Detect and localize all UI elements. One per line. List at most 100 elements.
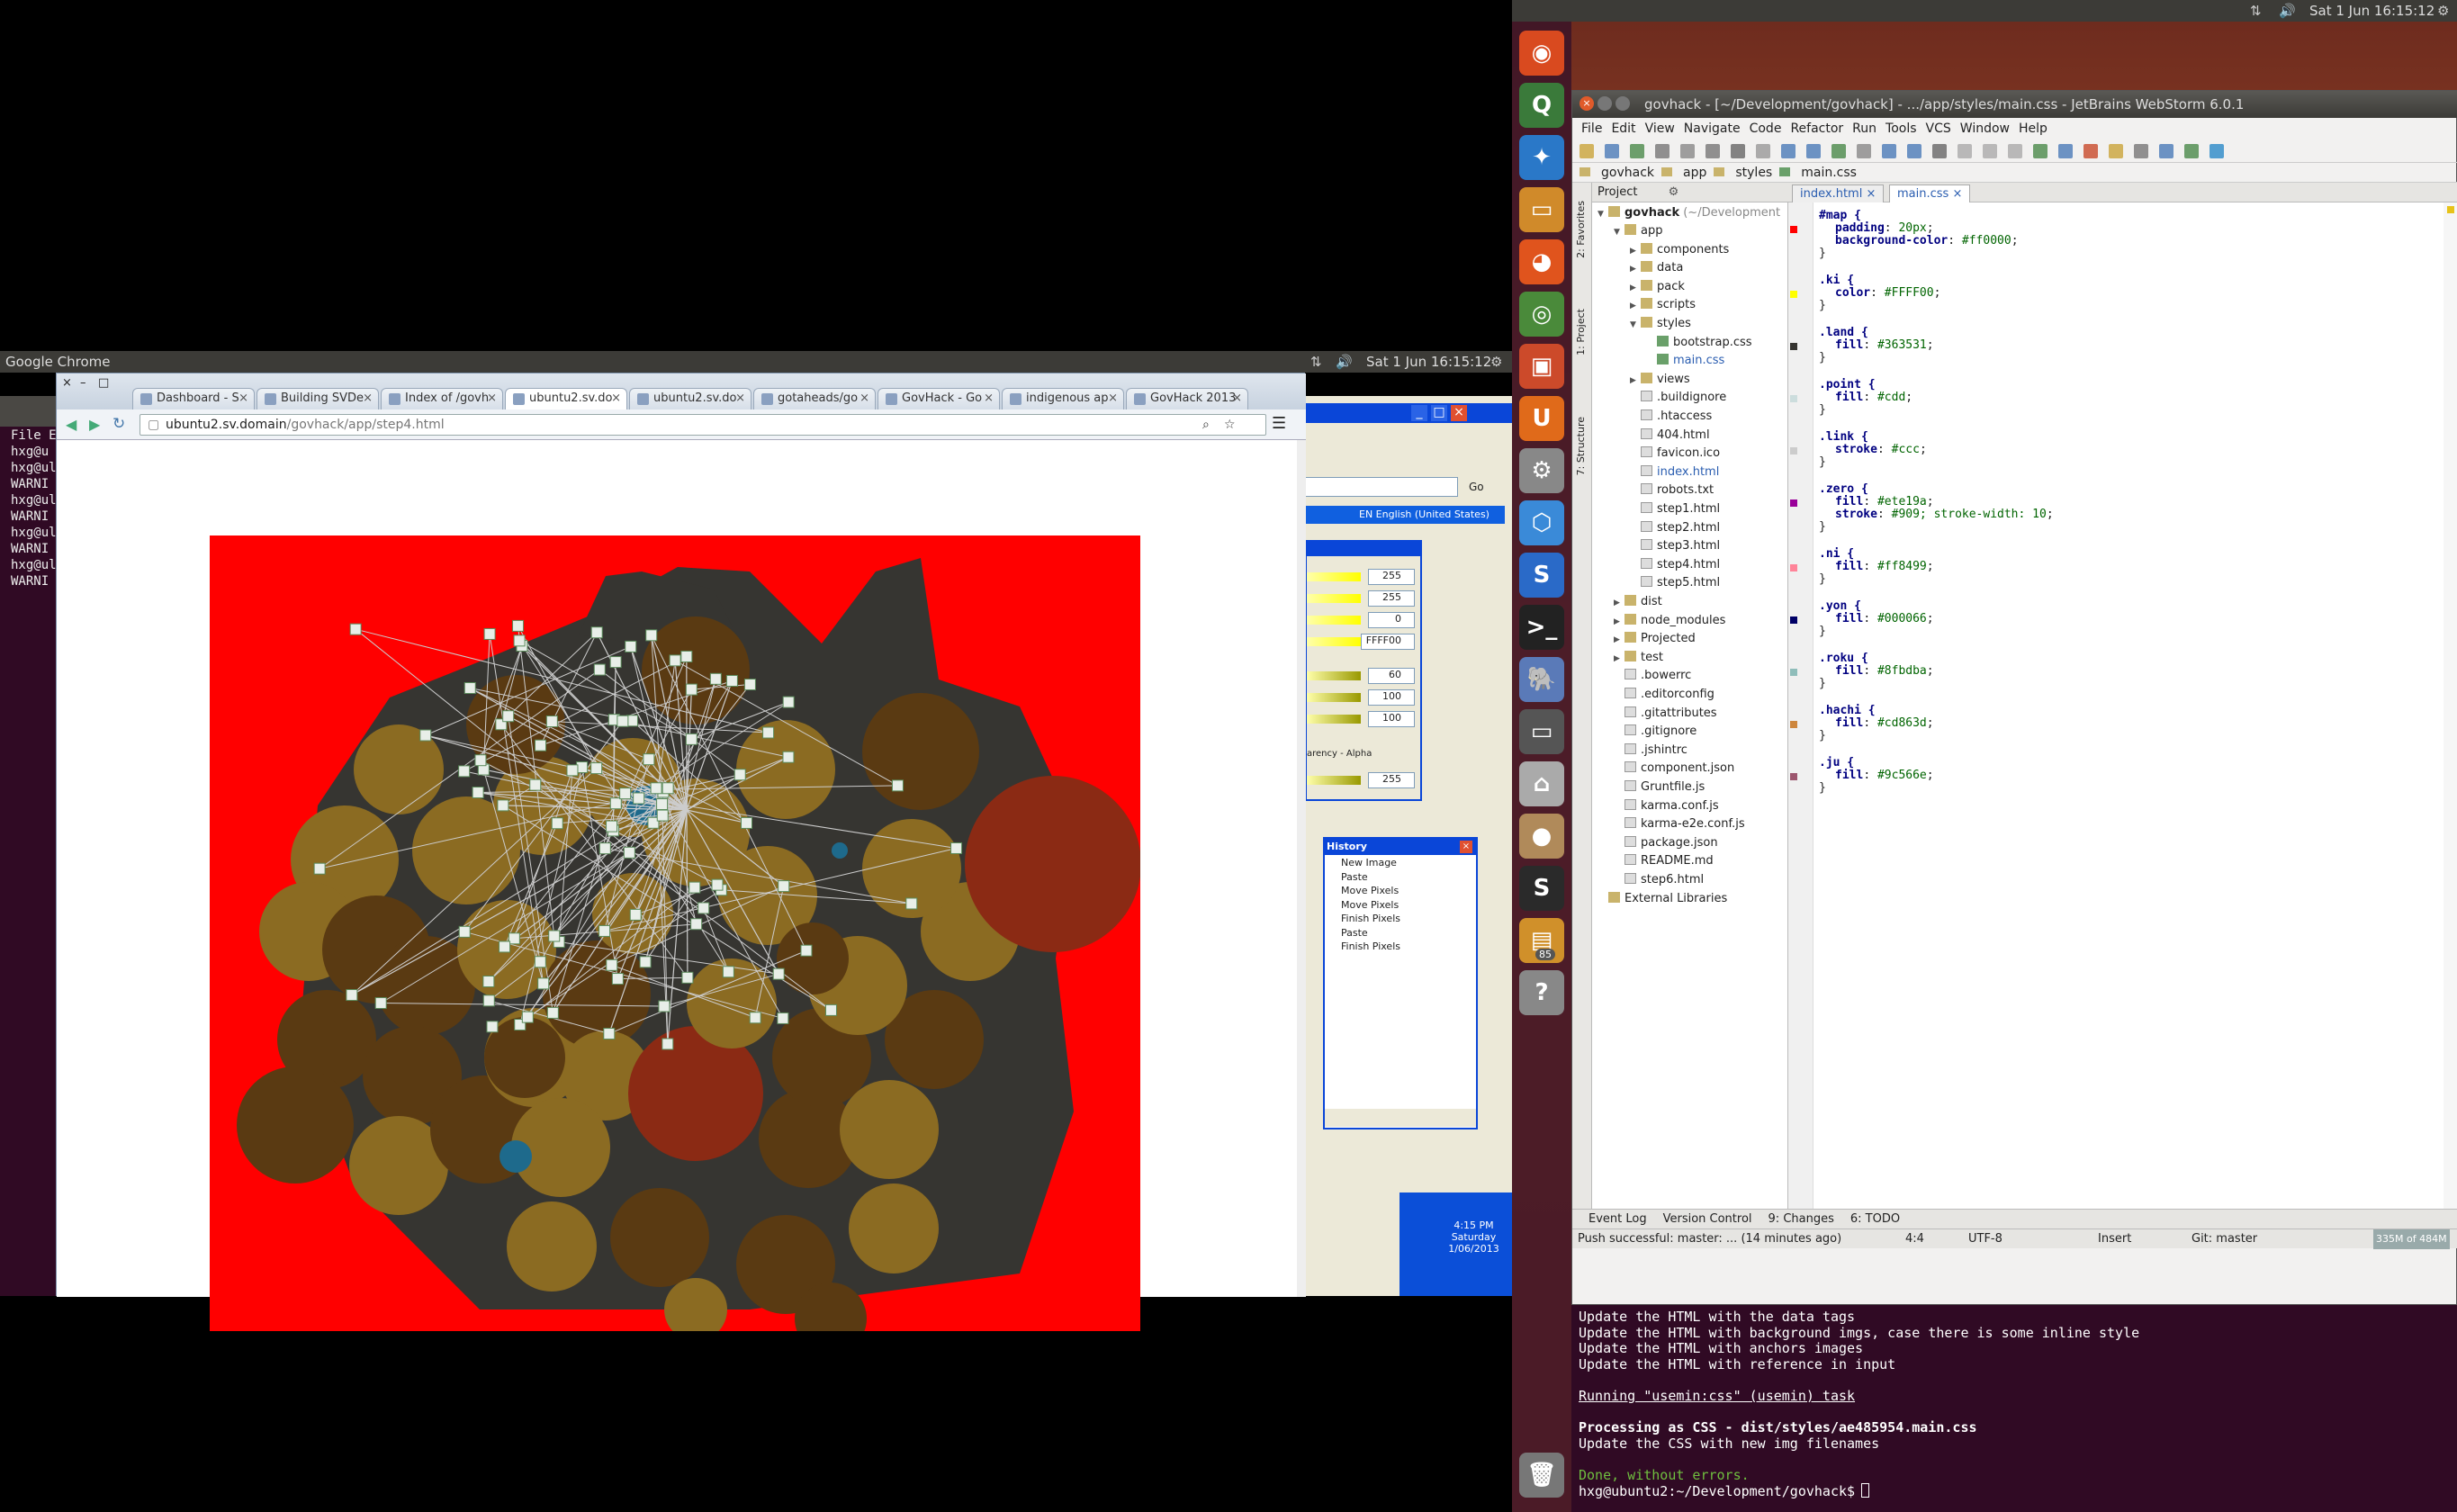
tool-tab[interactable]: 9: Changes	[1768, 1212, 1834, 1226]
browser-tab[interactable]: ubuntu2.sv.do ×	[629, 388, 752, 410]
toolbar-icon[interactable]	[2008, 144, 2022, 158]
chrome-window[interactable]: × – □ Dashboard - S × Building SVDe × Index …	[56, 373, 1306, 1331]
code-editor[interactable]: #map {padding: 20px; background-color: #f…	[1814, 202, 2444, 1209]
tree-file[interactable]: External Libraries	[1598, 890, 1727, 908]
minimize-icon[interactable]: –	[80, 376, 86, 390]
color-swatch[interactable]	[1790, 395, 1797, 402]
ubuntu-one-icon[interactable]: U	[1519, 396, 1564, 441]
expand-arrow-icon[interactable]: ▶	[1614, 650, 1624, 668]
browser-tab[interactable]: indigenous ap ×	[1002, 388, 1124, 410]
color-slider[interactable]	[1307, 594, 1361, 603]
tree-file[interactable]: main.css	[1646, 352, 1724, 370]
menu-refactor[interactable]: Refactor	[1790, 122, 1843, 136]
color-slider[interactable]	[1307, 776, 1361, 785]
tree-file[interactable]: step5.html	[1630, 574, 1720, 592]
code-declaration[interactable]: fill: #cd863d;	[1835, 717, 1934, 730]
tree-folder[interactable]: ▼ app	[1614, 222, 1662, 241]
tree-file[interactable]: step1.html	[1630, 500, 1720, 518]
history-item[interactable]: Move Pixels	[1341, 899, 1399, 911]
color-swatch[interactable]	[1790, 773, 1797, 780]
clock[interactable]: Sat 1 Jun 16:15:12	[2309, 0, 2434, 22]
toolbar-icon[interactable]	[1958, 144, 1972, 158]
code-selector[interactable]: .ni {	[1819, 548, 1854, 561]
expand-arrow-icon[interactable]: ▶	[1614, 594, 1624, 612]
history-item[interactable]: Paste	[1341, 871, 1368, 883]
toolbar-icon[interactable]	[1857, 144, 1871, 158]
color-swatch[interactable]	[1790, 721, 1797, 728]
color-slider[interactable]	[1307, 637, 1361, 646]
color-slider[interactable]	[1307, 671, 1361, 680]
browser-tab[interactable]: Dashboard - S ×	[132, 388, 255, 410]
tree-file[interactable]: .bowerrc	[1614, 667, 1691, 685]
project-panel[interactable]: Project ⚙ ▼ govhack (~/Development ▼ app ▶ c…	[1592, 183, 1788, 1209]
code-selector[interactable]: .zero {	[1819, 483, 1868, 496]
toolbar-icon[interactable]	[1832, 144, 1846, 158]
tree-file[interactable]: .gitattributes	[1614, 705, 1717, 723]
terminal-prompt[interactable]: hxg@ubuntu2:~/Development/govhack$	[1579, 1483, 1863, 1499]
browser-tab[interactable]: gotaheads/go ×	[753, 388, 876, 410]
toolbar-icon[interactable]	[2033, 144, 2048, 158]
tree-file[interactable]: component.json	[1614, 760, 1734, 778]
volume-icon[interactable]: 🔊	[2279, 0, 2296, 22]
tree-file[interactable]: .jshintrc	[1614, 742, 1688, 760]
toolbar-icon[interactable]	[2109, 144, 2123, 158]
code-declaration[interactable]: fill: #8fbdba;	[1835, 665, 1934, 678]
tree-file[interactable]: .editorconfig	[1614, 686, 1714, 704]
map-visualization[interactable]	[210, 536, 1140, 1331]
toolbar-icon[interactable]	[2134, 144, 2148, 158]
tree-folder[interactable]: ▶ data	[1630, 259, 1683, 278]
expand-arrow-icon[interactable]: ▶	[1630, 279, 1641, 297]
code-declaration[interactable]: background-color: #ff0000;	[1835, 235, 2019, 248]
code-declaration[interactable]: fill: #363531;	[1835, 339, 1934, 352]
tree-folder[interactable]: ▶ components	[1630, 241, 1729, 260]
code-declaration[interactable]: stroke: #ccc;	[1835, 444, 1927, 456]
color-value-field[interactable]: 255	[1368, 590, 1415, 607]
menu-navigate[interactable]: Navigate	[1684, 122, 1741, 136]
tree-file[interactable]: robots.txt	[1630, 482, 1714, 500]
side-tab[interactable]: 7: Structure	[1575, 417, 1587, 475]
color-swatch[interactable]	[1790, 291, 1797, 298]
color-value-field[interactable]: 60	[1368, 668, 1415, 684]
code-declaration[interactable]: fill: #cdd;	[1835, 392, 1912, 404]
expand-arrow-icon[interactable]: ▶	[1630, 297, 1641, 315]
webstorm-window[interactable]: govhack - [~/Development/govhack] - .../…	[1571, 90, 2457, 1305]
network-icon[interactable]: ⇅	[1310, 351, 1322, 373]
side-tab[interactable]: 1: Project	[1575, 309, 1587, 356]
close-icon[interactable]: ×	[611, 389, 621, 409]
tree-file[interactable]: .htaccess	[1630, 408, 1712, 426]
close-icon[interactable]: ×	[363, 389, 373, 409]
tree-folder[interactable]: ▶ dist	[1614, 593, 1662, 612]
tree-folder[interactable]: ▶ Projected	[1614, 630, 1696, 649]
network-icon[interactable]: ⇅	[2250, 0, 2262, 22]
color-value-field[interactable]: 255	[1368, 772, 1415, 788]
color-slider[interactable]	[1307, 693, 1361, 702]
maximize-icon[interactable]: □	[1431, 405, 1447, 421]
tree-file[interactable]: 404.html	[1630, 427, 1710, 445]
tree-folder[interactable]: ▶ views	[1630, 371, 1690, 390]
scrollbar[interactable]	[1297, 440, 1306, 1297]
settings-icon[interactable]: ⚙	[1519, 448, 1564, 493]
files-icon[interactable]: ▭	[1519, 187, 1564, 232]
menu-window[interactable]: Window	[1960, 122, 2010, 136]
ubuntu-icon[interactable]: ◉	[1519, 31, 1564, 76]
maximize-icon[interactable]: □	[98, 376, 109, 390]
color-value-field[interactable]: FFFF00	[1361, 634, 1415, 650]
code-selector[interactable]: .land {	[1819, 327, 1868, 339]
color-slider[interactable]	[1307, 715, 1361, 724]
browser-tab[interactable]: Index of /govh ×	[381, 388, 503, 410]
history-panel[interactable]: History × New Image Paste Move Pixels Move …	[1323, 837, 1478, 1130]
gear-icon[interactable]: ⚙	[2437, 0, 2449, 22]
terminal-icon[interactable]: >_	[1519, 605, 1564, 650]
close-icon[interactable]: ×	[62, 376, 72, 390]
tree-file[interactable]: bootstrap.css	[1646, 334, 1752, 352]
toolbar-icon[interactable]	[2058, 144, 2073, 158]
close-icon[interactable]: ×	[860, 389, 869, 409]
tree-file[interactable]: karma-e2e.conf.js	[1614, 815, 1745, 833]
code-declaration[interactable]: fill: #000066;	[1835, 613, 1934, 626]
toolbar-icon[interactable]	[1932, 144, 1947, 158]
language-bar[interactable]: EN English (United States)	[1305, 506, 1505, 524]
settings-icon[interactable]: ⚙	[1669, 185, 1679, 199]
expand-arrow-icon[interactable]: ▶	[1630, 242, 1641, 260]
toolbar-icon[interactable]	[1882, 144, 1896, 158]
expand-arrow-icon[interactable]: ▼	[1614, 223, 1624, 241]
